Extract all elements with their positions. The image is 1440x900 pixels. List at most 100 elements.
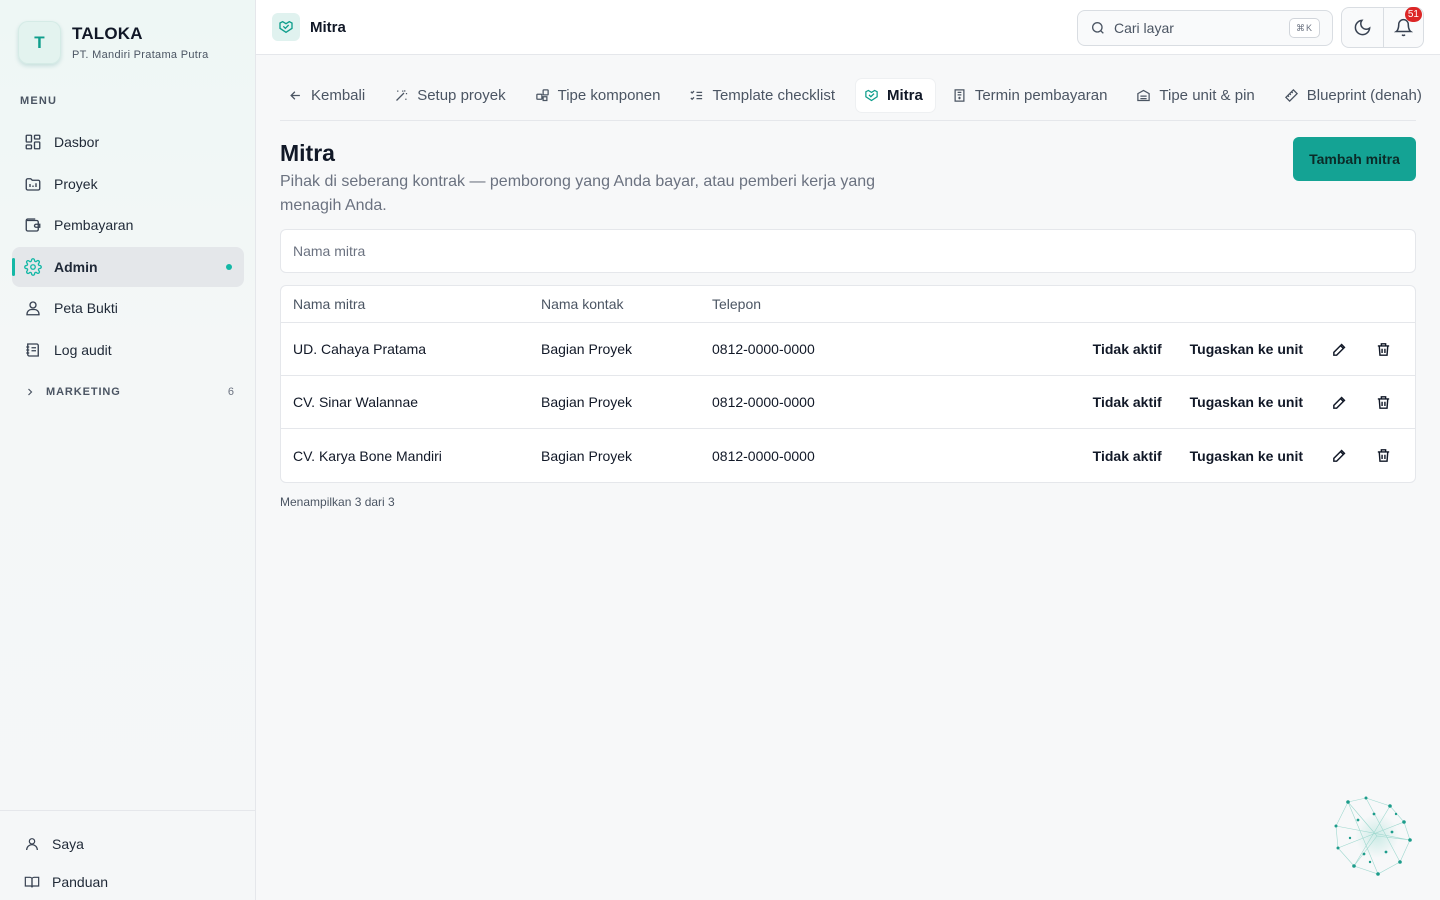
building-icon [1137, 89, 1151, 102]
tab-label: Kembali [311, 87, 366, 104]
tab-setup-proyek[interactable]: Setup proyek [386, 79, 517, 112]
sidebar-item-label: Dasbor [54, 134, 100, 150]
menu-label: MENU [20, 95, 58, 107]
phone-number: 0812-0000-0000 [712, 341, 815, 357]
notification-badge: 51 [1404, 7, 1422, 22]
table-row: UD. Cahaya Pratama Bagian Proyek 0812-00… [281, 323, 1415, 376]
page-icon-chip [272, 13, 300, 41]
pencil-icon [1332, 343, 1345, 356]
top-bar: Mitra ⌘K 51 [256, 0, 1440, 55]
sidebar-item-panduan[interactable]: Panduan [0, 863, 256, 900]
sidebar-item-label: Log audit [54, 341, 112, 358]
sidebar-item-pembayaran[interactable]: Pembayaran [12, 205, 244, 245]
search-icon [1092, 22, 1104, 34]
deactivate-button[interactable]: Tidak aktif [1079, 333, 1176, 365]
sidebar-item-label: Pembayaran [54, 217, 134, 233]
contact-name: Bagian Proyek [541, 394, 633, 410]
tab-blueprint[interactable]: Blueprint (denah) [1276, 79, 1434, 112]
partner-name: UD. Cahaya Pratama [293, 341, 427, 357]
tab-label: Termin pembayaran [974, 87, 1108, 104]
page-title: Mitra [310, 19, 346, 36]
handshake-icon [279, 20, 293, 34]
sidebar-item-log-audit[interactable]: Log audit [12, 330, 244, 370]
column-header-contact: Nama kontak [541, 296, 624, 312]
moon-icon [1354, 19, 1371, 36]
edit-button[interactable] [1317, 440, 1361, 472]
gear-icon [24, 257, 42, 276]
sidebar-item-label: Saya [52, 836, 84, 852]
ruler-icon [1284, 88, 1298, 103]
user-pin-icon [26, 301, 40, 316]
brand[interactable]: T TALOKA PT. Mandiri Pratama Putra [18, 21, 209, 64]
table-row: CV. Karya Bone Mandiri Bagian Proyek 081… [281, 429, 1415, 482]
section-description: Pihak di seberang kontrak — pemborong ya… [280, 173, 876, 214]
user-icon [26, 838, 38, 851]
sidebar: T TALOKA PT. Mandiri Pratama Putra MENU … [0, 0, 256, 900]
pagination-summary: Menampilkan 3 dari 3 [280, 495, 395, 509]
delete-button[interactable] [1361, 440, 1405, 472]
search-input[interactable] [1114, 20, 1284, 36]
partner-name-filter-input[interactable] [293, 230, 1403, 272]
search-box[interactable]: ⌘K [1077, 10, 1333, 46]
filter-box [280, 229, 1416, 273]
header-actions: 51 [1341, 7, 1424, 48]
notifications-button[interactable]: 51 [1382, 7, 1424, 47]
magic-wand-icon [396, 90, 408, 101]
tab-tipe-unit-pin[interactable]: Tipe unit & pin [1128, 79, 1266, 112]
wallet-icon [25, 218, 41, 232]
theme-toggle-button[interactable] [1342, 8, 1383, 47]
active-indicator-dot [226, 263, 232, 270]
assign-unit-button[interactable]: Tugaskan ke unit [1176, 440, 1317, 472]
trash-icon [1377, 449, 1389, 462]
contact-name: Bagian Proyek [541, 341, 633, 357]
assign-unit-button[interactable]: Tugaskan ke unit [1176, 386, 1317, 418]
tab-template-checklist[interactable]: Template checklist [681, 79, 847, 112]
sidebar-group-marketing[interactable]: MARKETING 6 [24, 386, 234, 398]
receipt-icon [954, 89, 965, 102]
tab-label: Template checklist [712, 87, 835, 104]
tab-termin-pembayaran[interactable]: Termin pembayaran [944, 79, 1120, 112]
sidebar-group-label: MARKETING [46, 386, 121, 398]
add-partner-button[interactable]: Tambah mitra [1293, 137, 1416, 181]
sidebar-item-proyek[interactable]: Proyek [12, 164, 244, 204]
partner-name: CV. Sinar Walannae [293, 394, 419, 410]
edit-button[interactable] [1317, 386, 1361, 418]
column-header-name: Nama mitra [293, 296, 366, 312]
sidebar-item-dasbor[interactable]: Dasbor [12, 122, 244, 162]
deactivate-button[interactable]: Tidak aktif [1079, 386, 1176, 418]
sidebar-item-label: Panduan [52, 874, 109, 890]
tab-label: Mitra [887, 87, 923, 104]
shortcut-hint: ⌘K [1288, 18, 1320, 38]
tab-label: Tipe komponen [557, 87, 661, 104]
tab-kembali[interactable]: Kembali [280, 79, 377, 112]
audit-log-icon [26, 342, 39, 357]
sidebar-item-label: Admin [54, 258, 98, 275]
phone-number: 0812-0000-0000 [712, 447, 815, 464]
tab-label: Tipe unit & pin [1159, 87, 1255, 104]
assign-unit-button[interactable]: Tugaskan ke unit [1176, 333, 1317, 365]
pencil-icon [1332, 396, 1345, 409]
table-row: CV. Sinar Walannae Bagian Proyek 0812-00… [281, 376, 1415, 429]
contact-name: Bagian Proyek [541, 447, 633, 464]
checklist-icon [690, 90, 703, 101]
folder-icon [25, 177, 41, 191]
pencil-icon [1332, 449, 1345, 462]
brand-name: TALOKA [72, 24, 143, 43]
tab-mitra[interactable]: Mitra [856, 79, 935, 112]
company-name: PT. Mandiri Pratama Putra [72, 49, 209, 61]
assistant-bot-icon[interactable] [1330, 792, 1420, 882]
dashboard-icon [25, 134, 41, 150]
tab-label: Setup proyek [417, 87, 506, 104]
sidebar-item-admin[interactable]: Admin [12, 246, 244, 287]
table-header: Nama mitra Nama kontak Telepon [281, 286, 1415, 323]
delete-button[interactable] [1361, 386, 1405, 418]
tab-tipe-komponen[interactable]: Tipe komponen [527, 79, 673, 112]
edit-button[interactable] [1317, 333, 1361, 365]
sidebar-item-peta-bukti[interactable]: Peta Bukti [12, 288, 244, 328]
puzzle-icon [535, 89, 549, 102]
deactivate-button[interactable]: Tidak aktif [1079, 440, 1176, 472]
delete-button[interactable] [1361, 333, 1405, 365]
sidebar-item-saya[interactable]: Saya [0, 825, 256, 863]
admin-tabs: Kembali Setup proyek Tipe komponen Templ… [280, 79, 1422, 121]
tab-label: Blueprint (denah) [1306, 87, 1422, 104]
